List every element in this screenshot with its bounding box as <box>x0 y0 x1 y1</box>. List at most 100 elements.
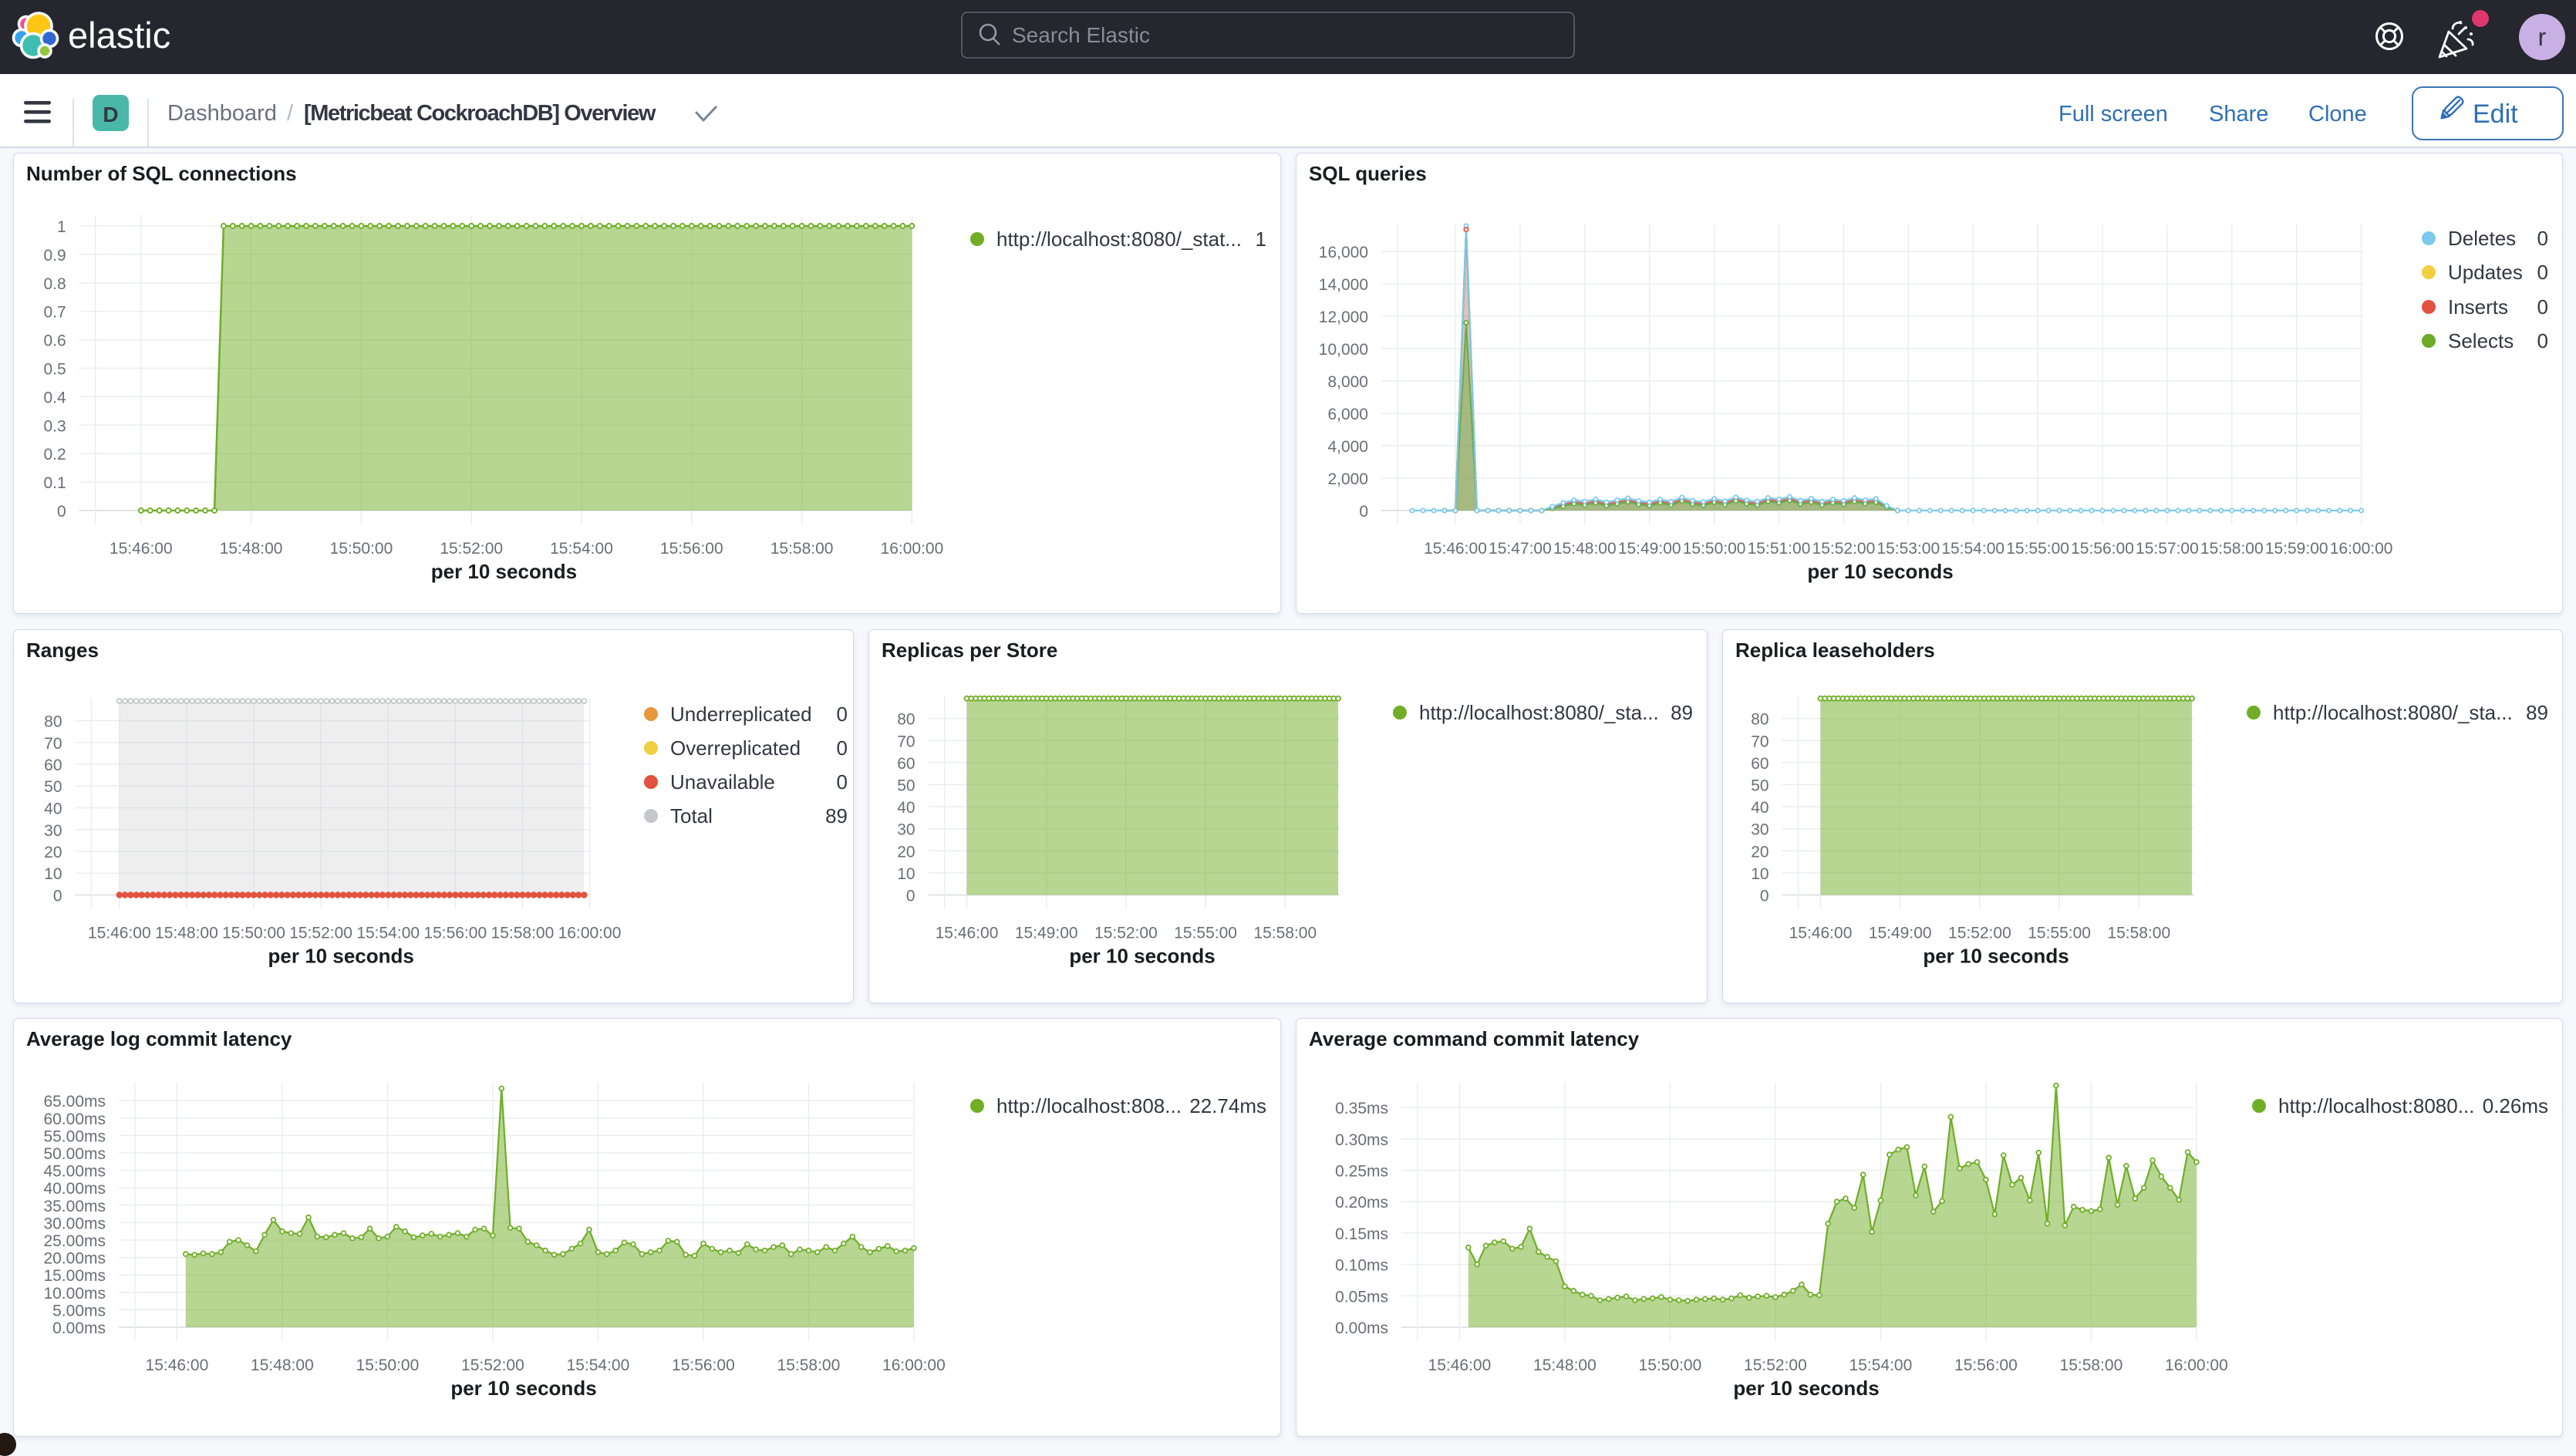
svg-text:15:48:00: 15:48:00 <box>1533 1357 1597 1374</box>
svg-text:16:00:00: 16:00:00 <box>558 925 622 942</box>
svg-text:0: 0 <box>837 703 848 726</box>
svg-text:45.00ms: 45.00ms <box>44 1163 106 1181</box>
svg-text:per 10 seconds: per 10 seconds <box>268 945 414 968</box>
svg-text:0.35ms: 0.35ms <box>1336 1100 1389 1118</box>
svg-text:22.74ms: 22.74ms <box>1190 1094 1267 1117</box>
svg-text:Total: Total <box>670 804 713 827</box>
svg-text:http://localhost:8080/_sta...: http://localhost:8080/_sta... <box>2273 701 2513 724</box>
svg-text:15:50:00: 15:50:00 <box>330 540 393 558</box>
svg-text:15:54:00: 15:54:00 <box>1849 1357 1913 1374</box>
svg-text:0.15ms: 0.15ms <box>1336 1225 1389 1243</box>
svg-text:per 10 seconds: per 10 seconds <box>1808 560 1954 583</box>
svg-text:16:00:00: 16:00:00 <box>881 540 944 558</box>
svg-text:15:46:00: 15:46:00 <box>110 540 173 558</box>
svg-text:Number of SQL connections: Number of SQL connections <box>26 162 297 185</box>
svg-text:15:54:00: 15:54:00 <box>551 540 614 558</box>
svg-text:15:55:00: 15:55:00 <box>2028 925 2092 942</box>
svg-text:15:46:00: 15:46:00 <box>1428 1357 1492 1374</box>
svg-text:15:46:00: 15:46:00 <box>146 1357 209 1374</box>
svg-text:89: 89 <box>2526 701 2548 724</box>
svg-text:60.00ms: 60.00ms <box>44 1111 106 1128</box>
svg-text:15:58:00: 15:58:00 <box>777 1357 841 1374</box>
svg-text:Selects: Selects <box>2448 329 2514 352</box>
svg-text:70: 70 <box>1752 733 1769 751</box>
svg-text:D: D <box>103 103 118 126</box>
svg-text:20.00ms: 20.00ms <box>44 1250 106 1268</box>
svg-text:80: 80 <box>45 713 62 731</box>
svg-text:15:56:00: 15:56:00 <box>424 925 487 942</box>
svg-text:Updates: Updates <box>2448 261 2523 284</box>
svg-text:0.20ms: 0.20ms <box>1336 1195 1389 1212</box>
svg-text:Dashboard: Dashboard <box>167 101 277 126</box>
svg-text:15:58:00: 15:58:00 <box>2060 1357 2123 1374</box>
svg-text:15:52:00: 15:52:00 <box>290 925 353 942</box>
svg-text:60: 60 <box>45 757 62 774</box>
svg-text:10.00ms: 10.00ms <box>44 1285 106 1303</box>
svg-text:per 10 seconds: per 10 seconds <box>431 560 577 583</box>
svg-text:80: 80 <box>898 711 915 729</box>
svg-text:12,000: 12,000 <box>1319 308 1368 326</box>
svg-text:50.00ms: 50.00ms <box>44 1145 106 1163</box>
svg-text:0: 0 <box>2537 329 2548 352</box>
svg-text:15:56:00: 15:56:00 <box>660 540 723 558</box>
svg-text:15:47:00: 15:47:00 <box>1489 540 1552 558</box>
svg-text:0: 0 <box>57 503 66 521</box>
svg-text:Replicas per Store: Replicas per Store <box>882 639 1057 662</box>
svg-text:40: 40 <box>898 800 915 817</box>
svg-text:8,000: 8,000 <box>1328 373 1369 391</box>
svg-text:25.00ms: 25.00ms <box>44 1232 106 1250</box>
svg-text:Replica leaseholders: Replica leaseholders <box>1735 639 1935 662</box>
svg-text:15:57:00: 15:57:00 <box>2136 540 2199 558</box>
svg-text:per 10 seconds: per 10 seconds <box>1070 945 1216 968</box>
svg-text:15:53:00: 15:53:00 <box>1877 540 1940 558</box>
svg-text:15:51:00: 15:51:00 <box>1748 540 1811 558</box>
svg-text:0.8: 0.8 <box>44 275 66 293</box>
svg-text:http://localhost:8080/_stat...: http://localhost:8080/_stat... <box>996 228 1242 251</box>
svg-text:Underreplicated: Underreplicated <box>670 703 812 726</box>
svg-text:0.4: 0.4 <box>44 389 67 407</box>
svg-text:per 10 seconds: per 10 seconds <box>1734 1377 1880 1400</box>
svg-text:r: r <box>2538 23 2547 51</box>
svg-text:0.26ms: 0.26ms <box>2483 1094 2548 1117</box>
svg-text:15:46:00: 15:46:00 <box>936 925 999 942</box>
svg-text:15:55:00: 15:55:00 <box>1175 925 1238 942</box>
svg-text:60: 60 <box>1752 755 1769 773</box>
svg-text:30: 30 <box>1752 821 1769 839</box>
svg-text:15:49:00: 15:49:00 <box>1869 925 1932 942</box>
svg-text:Full screen: Full screen <box>2058 102 2168 126</box>
svg-text:15.00ms: 15.00ms <box>44 1268 106 1286</box>
svg-text:15:59:00: 15:59:00 <box>2265 540 2328 558</box>
svg-text:65.00ms: 65.00ms <box>44 1094 106 1111</box>
svg-text:15:48:00: 15:48:00 <box>220 540 283 558</box>
svg-text:50: 50 <box>898 777 915 795</box>
svg-text:1: 1 <box>1256 228 1266 251</box>
svg-text:elastic: elastic <box>68 15 170 56</box>
svg-text:0.2: 0.2 <box>44 447 66 464</box>
svg-text:Ranges: Ranges <box>26 639 99 662</box>
svg-text:5.00ms: 5.00ms <box>53 1303 106 1320</box>
svg-text:16:00:00: 16:00:00 <box>2330 540 2393 558</box>
svg-text:20: 20 <box>1752 844 1769 861</box>
svg-text:0: 0 <box>1760 888 1769 905</box>
svg-text:0.7: 0.7 <box>44 304 66 322</box>
svg-text:15:48:00: 15:48:00 <box>1553 540 1617 558</box>
svg-text:Clone: Clone <box>2308 102 2367 126</box>
svg-text:50: 50 <box>45 779 62 797</box>
svg-text:55.00ms: 55.00ms <box>44 1128 106 1146</box>
svg-text:15:56:00: 15:56:00 <box>1954 1357 2018 1374</box>
svg-text:0.00ms: 0.00ms <box>53 1320 106 1337</box>
svg-text:15:52:00: 15:52:00 <box>1094 925 1158 942</box>
svg-text:10,000: 10,000 <box>1319 341 1368 359</box>
svg-text:40: 40 <box>1752 800 1769 817</box>
svg-text:15:58:00: 15:58:00 <box>2200 540 2264 558</box>
svg-text:Average command commit latency: Average command commit latency <box>1309 1027 1640 1050</box>
svg-text:60: 60 <box>898 755 915 773</box>
svg-text:0.1: 0.1 <box>44 475 66 493</box>
svg-text:http://localhost:808...: http://localhost:808... <box>996 1094 1182 1117</box>
svg-text:per 10 seconds: per 10 seconds <box>451 1377 597 1400</box>
svg-text:0.00ms: 0.00ms <box>1336 1320 1389 1337</box>
svg-text:0: 0 <box>1360 503 1369 521</box>
svg-text:Average log commit latency: Average log commit latency <box>26 1027 292 1050</box>
svg-text:0.30ms: 0.30ms <box>1336 1131 1389 1149</box>
svg-text:0: 0 <box>2537 227 2548 250</box>
